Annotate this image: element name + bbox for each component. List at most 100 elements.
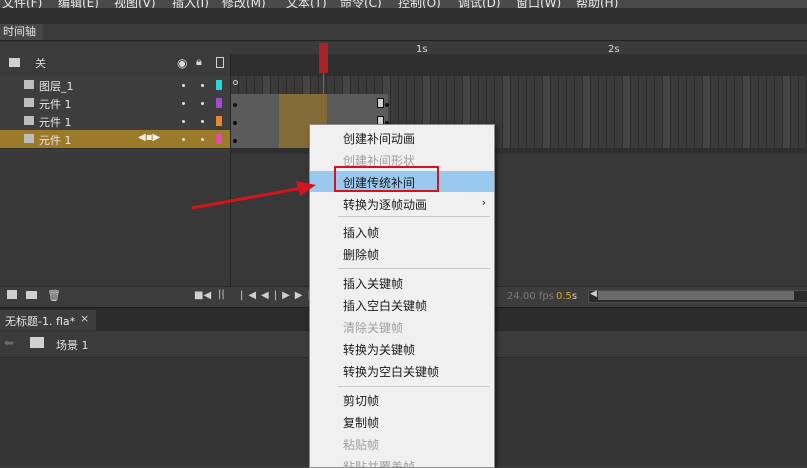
- frame-cell[interactable]: [767, 130, 775, 148]
- menu-item-convert-to-blank-keyframe[interactable]: 转换为空白关键帧: [310, 360, 494, 381]
- frame-cell[interactable]: [263, 76, 271, 94]
- frame-cell[interactable]: [751, 130, 759, 148]
- frame-cell[interactable]: [423, 76, 431, 94]
- frame-cell[interactable]: [583, 94, 591, 112]
- frame-cell[interactable]: [591, 112, 599, 130]
- frame-cell[interactable]: [783, 130, 791, 148]
- frame-cell[interactable]: [495, 94, 503, 112]
- frame-cell[interactable]: [279, 76, 287, 94]
- frame-cell[interactable]: [695, 130, 703, 148]
- frame-cell[interactable]: [703, 94, 711, 112]
- frame-cell[interactable]: [759, 130, 767, 148]
- frame-cell[interactable]: [679, 94, 687, 112]
- frame-cell[interactable]: [735, 112, 743, 130]
- frame-cell[interactable]: [639, 76, 647, 94]
- frame-cell[interactable]: [591, 94, 599, 112]
- frame-cell[interactable]: [791, 76, 799, 94]
- frame-cell[interactable]: [607, 76, 615, 94]
- menu-item-copy-frames[interactable]: 复制帧: [310, 411, 494, 432]
- frame-cell[interactable]: [711, 130, 719, 148]
- frame-cell[interactable]: [527, 76, 535, 94]
- frame-cell[interactable]: [647, 76, 655, 94]
- frame-cell[interactable]: [791, 112, 799, 130]
- frame-cell[interactable]: [599, 94, 607, 112]
- frame-cell[interactable]: [663, 76, 671, 94]
- frame-cell[interactable]: [719, 130, 727, 148]
- visibility-dot[interactable]: [182, 138, 185, 141]
- frame-cell[interactable]: [615, 130, 623, 148]
- frame-cell[interactable]: [551, 94, 559, 112]
- frame-cell[interactable]: [335, 76, 343, 94]
- frame-cell[interactable]: [255, 76, 263, 94]
- frame-cell[interactable]: [399, 94, 407, 112]
- frame-cell[interactable]: [439, 94, 447, 112]
- frame-cell[interactable]: [575, 94, 583, 112]
- menu-item-convert-to-frame-by-frame[interactable]: 转换为逐帧动画 ›: [310, 193, 494, 214]
- menu-control[interactable]: 控制(O): [398, 0, 441, 8]
- frame-cell[interactable]: [519, 130, 527, 148]
- frame-cell[interactable]: [615, 76, 623, 94]
- frame-cell[interactable]: [591, 76, 599, 94]
- frame-cell[interactable]: [767, 94, 775, 112]
- timeline-panel-tab[interactable]: 时间轴: [0, 24, 43, 41]
- layer-color-swatch[interactable]: [216, 98, 222, 108]
- frame-cell[interactable]: [623, 76, 631, 94]
- frame-cell[interactable]: [695, 94, 703, 112]
- frame-cell[interactable]: [575, 112, 583, 130]
- menu-file[interactable]: 文件(F): [2, 0, 42, 8]
- frame-cell[interactable]: [575, 130, 583, 148]
- frame-cell[interactable]: [783, 94, 791, 112]
- frame-cell[interactable]: [767, 112, 775, 130]
- frame-cell[interactable]: [727, 94, 735, 112]
- frame-cell[interactable]: [495, 112, 503, 130]
- frame-cell[interactable]: [655, 76, 663, 94]
- frame-cell[interactable]: [543, 76, 551, 94]
- outline-icon[interactable]: [216, 57, 224, 68]
- frame-cell[interactable]: [583, 76, 591, 94]
- new-layer-icon[interactable]: [7, 290, 17, 299]
- frame-cell[interactable]: [271, 76, 279, 94]
- frame-cell[interactable]: [247, 76, 255, 94]
- frame-cell[interactable]: [431, 76, 439, 94]
- frame-cell[interactable]: [407, 94, 415, 112]
- frame-cell[interactable]: [527, 94, 535, 112]
- frame-cell[interactable]: [775, 130, 783, 148]
- frame-cell[interactable]: [687, 76, 695, 94]
- frame-cell[interactable]: [567, 76, 575, 94]
- frame-cell[interactable]: [671, 130, 679, 148]
- frame-cell[interactable]: [743, 130, 751, 148]
- camera-icon[interactable]: ■◀: [194, 290, 211, 301]
- frame-cell[interactable]: [511, 76, 519, 94]
- frame-cell[interactable]: [727, 76, 735, 94]
- document-tab[interactable]: 无标题-1. fla* ×: [0, 310, 96, 330]
- scene-name[interactable]: 场景 1: [56, 337, 89, 353]
- frame-cell[interactable]: [735, 130, 743, 148]
- frame-cell[interactable]: [631, 94, 639, 112]
- frame-cell[interactable]: [503, 112, 511, 130]
- frame-cell[interactable]: [647, 130, 655, 148]
- frame-cell[interactable]: [567, 112, 575, 130]
- menu-view[interactable]: 视图(V): [114, 0, 156, 8]
- frame-cell[interactable]: [391, 76, 399, 94]
- frame-cell[interactable]: [407, 76, 415, 94]
- frame-cell[interactable]: [751, 94, 759, 112]
- frame-cell[interactable]: [607, 112, 615, 130]
- frame-cell[interactable]: [463, 76, 471, 94]
- menu-debug[interactable]: 调试(D): [458, 0, 501, 8]
- frame-cell[interactable]: [351, 76, 359, 94]
- frame-cell[interactable]: [567, 130, 575, 148]
- eye-icon[interactable]: ◉: [177, 56, 187, 70]
- frame-cell[interactable]: [287, 76, 295, 94]
- frame-cell[interactable]: [631, 76, 639, 94]
- frame-cell[interactable]: [663, 94, 671, 112]
- menu-item-insert-frame[interactable]: 插入帧: [310, 221, 494, 242]
- frame-cell[interactable]: [759, 94, 767, 112]
- frame-cell[interactable]: [799, 130, 807, 148]
- frame-cell[interactable]: [639, 130, 647, 148]
- frame-cell[interactable]: [615, 112, 623, 130]
- frame-cell[interactable]: [759, 112, 767, 130]
- frame-cell[interactable]: [759, 76, 767, 94]
- frame-cell[interactable]: [679, 76, 687, 94]
- lock-dot[interactable]: [201, 120, 204, 123]
- menu-item-create-motion-tween[interactable]: 创建补间动画: [310, 127, 494, 148]
